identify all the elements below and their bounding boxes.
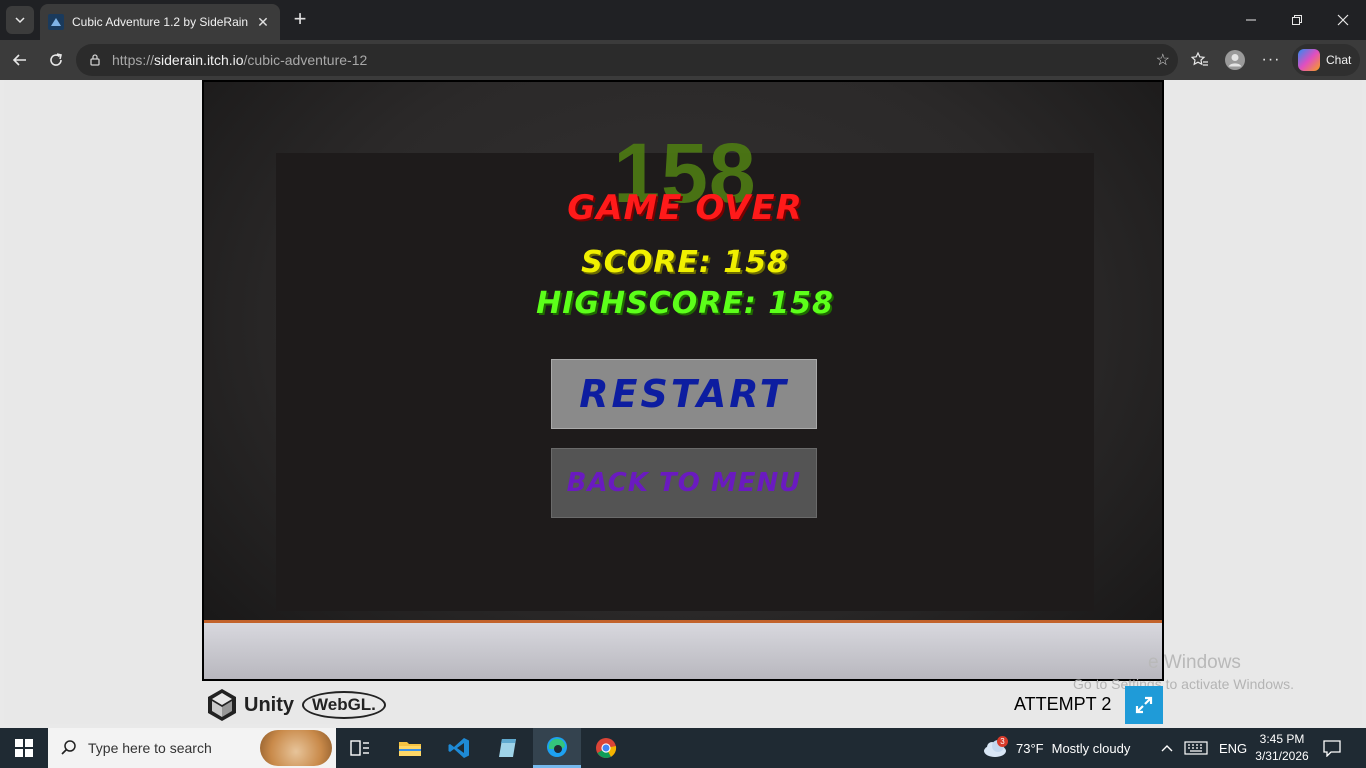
new-tab-button[interactable]: + <box>288 8 312 32</box>
unity-cube-icon <box>208 689 236 721</box>
minimize-button[interactable] <box>1228 0 1274 40</box>
keyboard-button[interactable] <box>1184 728 1208 768</box>
weather-text: Mostly cloudy <box>1051 740 1131 756</box>
site-info-icon[interactable] <box>88 53 102 67</box>
temperature: 73°F <box>1016 740 1044 756</box>
chevron-down-icon <box>15 17 25 24</box>
favorite-star-icon[interactable]: ☆ <box>1156 50 1170 70</box>
game-canvas[interactable]: 158 GAME OVER SCORE: 158 HIGHSCORE: 158 … <box>202 80 1164 681</box>
reload-button[interactable] <box>44 48 68 72</box>
unity-webgl-logo: Unity WebGL. <box>206 688 386 722</box>
edge-icon <box>547 736 567 757</box>
tab-title: Cubic Adventure 1.2 by SideRain <box>72 15 249 29</box>
game-over-title: GAME OVER <box>567 188 803 228</box>
game-floor <box>204 620 1162 679</box>
address-bar[interactable]: https://siderain.itch.io/cubic-adventure… <box>76 44 1178 76</box>
clock-date: 3/31/2026 <box>1255 749 1309 763</box>
browser-tab[interactable]: Cubic Adventure 1.2 by SideRain ✕ <box>40 4 280 40</box>
system-clock[interactable]: 3:45 PM 3/31/2026 <box>1250 731 1314 765</box>
restart-button[interactable]: RESTART <box>551 359 817 429</box>
windows-logo-icon <box>15 739 33 757</box>
fullscreen-button[interactable] <box>1125 686 1163 724</box>
activation-watermark-title: e Windows <box>1148 652 1241 673</box>
favorites-button[interactable] <box>1188 48 1212 72</box>
language-indicator[interactable]: ENG <box>1219 728 1247 768</box>
back-to-menu-label: BACK TO MENU <box>566 468 802 498</box>
notifications-button[interactable] <box>1322 728 1342 768</box>
clock-time: 3:45 PM <box>1259 732 1305 746</box>
keyboard-icon <box>1184 741 1208 755</box>
task-view-button[interactable] <box>336 728 384 768</box>
highscore-label: HIGHSCORE: 158 <box>536 286 834 321</box>
chat-label: Chat <box>1326 53 1352 67</box>
favorites-list-icon <box>1191 51 1208 66</box>
close-icon <box>1337 14 1349 26</box>
search-placeholder: Type here to search <box>88 740 212 756</box>
cloud-icon: 3 <box>982 736 1010 760</box>
file-explorer-button[interactable] <box>386 728 434 768</box>
more-icon: ··· <box>1261 51 1281 68</box>
weather-widget[interactable]: 3 73°F Mostly cloudy <box>982 728 1130 768</box>
restart-label: RESTART <box>579 372 789 416</box>
vscode-icon <box>448 738 469 758</box>
tab-list-button[interactable] <box>6 6 34 34</box>
browser-toolbar: https://siderain.itch.io/cubic-adventure… <box>0 40 1366 80</box>
close-window-button[interactable] <box>1320 0 1366 40</box>
back-to-menu-button[interactable]: BACK TO MENU <box>551 448 817 518</box>
itch-favicon-icon <box>48 14 64 30</box>
windows-taskbar: Type here to search 3 73°F Mostly cloudy… <box>0 728 1366 768</box>
avatar-icon <box>1225 50 1245 70</box>
search-icon <box>61 740 76 755</box>
unity-wordmark: Unity <box>244 693 294 716</box>
folder-icon <box>399 742 421 756</box>
chrome-icon <box>596 738 617 758</box>
back-button[interactable] <box>8 48 32 72</box>
browser-tab-bar: Cubic Adventure 1.2 by SideRain ✕ + <box>0 0 1366 40</box>
minimize-icon <box>1246 19 1256 21</box>
hidden-icons-button[interactable] <box>1160 728 1174 768</box>
start-button[interactable] <box>0 728 48 768</box>
webgl-wordmark: WebGL. <box>302 691 386 719</box>
back-arrow-icon <box>12 54 26 66</box>
score-label: SCORE: 158 <box>581 245 789 280</box>
search-highlight-image <box>260 730 332 766</box>
copilot-chat-button[interactable]: Chat <box>1292 44 1360 76</box>
edge-button[interactable] <box>533 728 581 768</box>
chrome-button[interactable] <box>582 728 630 768</box>
activation-watermark-text: Go to Settings to activate Windows. <box>1073 676 1294 692</box>
reload-icon <box>50 53 62 66</box>
settings-menu-button[interactable]: ··· <box>1259 48 1283 72</box>
vscode-button[interactable] <box>435 728 483 768</box>
task-view-icon <box>350 740 369 756</box>
notepad-icon <box>499 739 516 757</box>
close-tab-icon[interactable]: ✕ <box>254 14 272 31</box>
weather-badge: 3 <box>997 736 1008 747</box>
url-text: https://siderain.itch.io/cubic-adventure… <box>112 52 368 68</box>
attempt-counter: ATTEMPT 2 <box>1014 694 1112 714</box>
taskbar-search[interactable]: Type here to search <box>48 728 336 768</box>
notepad-button[interactable] <box>484 728 532 768</box>
profile-button[interactable] <box>1223 48 1247 72</box>
restore-button[interactable] <box>1274 0 1320 40</box>
expand-icon <box>1135 696 1153 714</box>
copilot-icon <box>1298 49 1320 71</box>
restore-icon <box>1292 15 1302 25</box>
chevron-up-icon <box>1161 745 1173 752</box>
notification-icon <box>1323 740 1341 757</box>
